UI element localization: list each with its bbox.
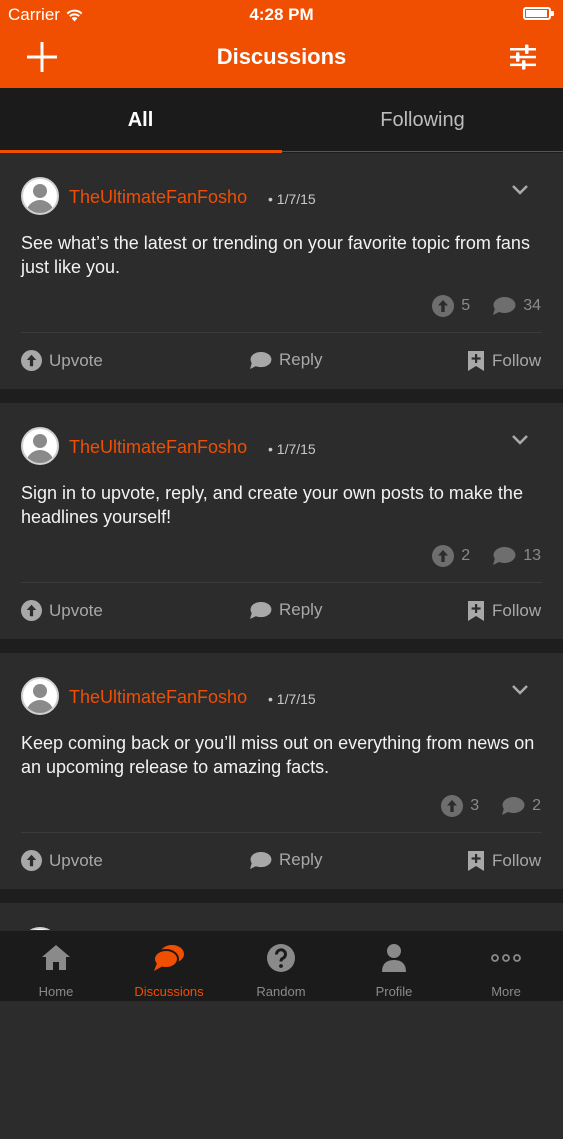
upvote-count: 3 (470, 797, 480, 814)
upvote-button[interactable]: Upvote (21, 600, 103, 621)
upvote-button[interactable]: Upvote (21, 350, 103, 371)
upvote-label: Upvote (49, 350, 103, 370)
discussions-icon (153, 945, 184, 971)
reply-label: Reply (279, 600, 323, 619)
reply-button[interactable]: Reply (249, 350, 322, 370)
follow-label: Follow (492, 351, 542, 370)
post-date: • 1/7/15 (268, 441, 316, 457)
post-stats: 5 34 (432, 295, 541, 317)
tab-random[interactable]: Random (225, 931, 337, 1001)
post-text[interactable]: See what’s the latest or trending on you… (21, 231, 551, 279)
tab-divider (282, 151, 563, 152)
post-actions: Upvote Reply Follow (0, 583, 563, 639)
tab-profile[interactable]: Profile (338, 931, 450, 1001)
question-icon (267, 944, 295, 972)
tab-discussions[interactable]: Discussions (113, 931, 225, 1001)
upvote-count-icon (432, 545, 455, 567)
more-icon (491, 954, 521, 962)
post-actions: Upvote Reply Follow (0, 333, 563, 389)
tab-profile-label: Profile (375, 984, 413, 999)
bookmark-plus-icon (468, 851, 484, 871)
comment-count-icon (502, 797, 525, 815)
comment-count-icon (493, 547, 516, 565)
post-text[interactable]: Sign in to upvote, reply, and create you… (21, 481, 551, 529)
page-title: Discussions (216, 44, 347, 69)
tab-more[interactable]: More (450, 931, 562, 1001)
comment-count-icon (493, 297, 516, 315)
tab-following[interactable]: Following (282, 88, 563, 152)
post-author[interactable]: TheUltimateFanFosho (69, 687, 247, 708)
upvote-icon (21, 850, 42, 871)
post-stats: 3 2 (441, 795, 541, 817)
status-time: 4:28 PM (249, 5, 314, 24)
follow-label: Follow (492, 601, 542, 620)
bookmark-plus-icon (468, 601, 484, 621)
post-date: • 1/7/15 (268, 191, 316, 207)
upvote-icon (21, 600, 42, 621)
filter-sliders-icon[interactable] (508, 42, 538, 72)
chevron-down-icon[interactable] (510, 683, 530, 697)
follow-button[interactable]: Follow (467, 600, 541, 622)
person-icon (382, 944, 406, 972)
post-card: TheUltimateFanFosho • 1/7/15 See what’s … (0, 153, 563, 389)
post-stats: 2 13 (432, 545, 541, 567)
upvote-button[interactable]: Upvote (21, 850, 103, 871)
upvote-count-icon (441, 795, 464, 817)
chevron-down-icon[interactable] (510, 183, 530, 197)
avatar[interactable] (21, 177, 59, 215)
bookmark-plus-icon (468, 351, 484, 371)
post-text[interactable]: Keep coming back or you’ll miss out on e… (21, 731, 551, 779)
battery-icon (523, 7, 554, 20)
post-author[interactable]: TheUltimateFanFosho (69, 187, 247, 208)
upvote-icon (21, 350, 42, 371)
comment-count: 2 (532, 797, 541, 814)
comment-count: 13 (523, 547, 541, 564)
post-actions: Upvote Reply Follow (0, 833, 563, 889)
reply-label: Reply (279, 350, 323, 369)
reply-icon (250, 601, 272, 619)
reply-button[interactable]: Reply (249, 600, 322, 620)
follow-button[interactable]: Follow (467, 850, 541, 872)
tab-more-label: More (491, 984, 521, 999)
upvote-label: Upvote (49, 850, 103, 870)
tab-home-label: Home (38, 984, 74, 999)
bottom-tab-bar: Home Discussions Random Profile More (0, 930, 563, 1001)
reply-button[interactable]: Reply (249, 850, 322, 870)
post-date: • 1/7/15 (268, 691, 316, 707)
status-bar: Carrier 4:28 PM (0, 0, 563, 30)
follow-button[interactable]: Follow (467, 350, 541, 372)
app-header: Carrier 4:28 PM Discussions (0, 0, 563, 88)
tab-random-label: Random (256, 984, 306, 999)
post-author[interactable]: TheUltimateFanFosho (69, 437, 247, 458)
reply-icon (250, 851, 272, 869)
reply-label: Reply (279, 850, 323, 869)
chevron-down-icon[interactable] (510, 433, 530, 447)
discussion-tabs: All Following (0, 88, 563, 152)
comment-count: 34 (523, 297, 541, 314)
tab-discussions-label: Discussions (134, 984, 204, 999)
post-card: TheUltimateFanFosho • 1/7/15 Keep coming… (0, 653, 563, 889)
follow-label: Follow (492, 851, 542, 870)
avatar[interactable] (21, 427, 59, 465)
tab-home[interactable]: Home (0, 931, 112, 1001)
upvote-count-icon (432, 295, 455, 317)
tab-all[interactable]: All (0, 88, 281, 152)
avatar[interactable] (21, 677, 59, 715)
upvote-count: 2 (461, 547, 471, 564)
upvote-count: 5 (461, 297, 471, 314)
reply-icon (250, 351, 272, 369)
post-card: TheUltimateFanFosho • 1/7/15 Sign in to … (0, 403, 563, 639)
upvote-label: Upvote (49, 600, 103, 620)
home-icon (42, 945, 70, 970)
